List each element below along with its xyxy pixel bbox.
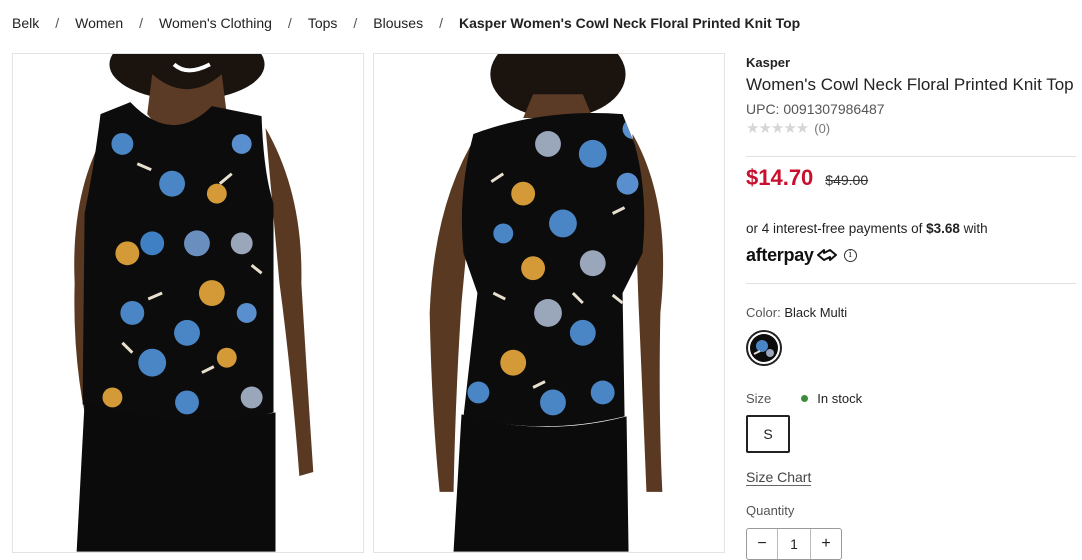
in-stock-dot-icon	[801, 395, 809, 402]
stock-text: In stock	[817, 391, 863, 406]
sale-price: $14.70	[746, 165, 814, 190]
breadcrumb-blouses[interactable]: Blouses	[373, 15, 423, 31]
breadcrumb-separator: /	[353, 15, 358, 31]
breadcrumb-separator: /	[439, 15, 443, 31]
breadcrumb-women[interactable]: Women	[75, 15, 123, 31]
breadcrumb-separator: /	[139, 15, 143, 31]
product-title: Women's Cowl Neck Floral Printed Knit To…	[746, 75, 1074, 94]
breadcrumb-separator: /	[55, 15, 60, 31]
plus-icon[interactable]: +	[811, 535, 841, 553]
afterpay-text: or 4 interest-free payments of $3.68 wit…	[746, 221, 988, 236]
price-row: $14.70 $49.00	[746, 165, 868, 191]
swatch-pattern	[750, 334, 778, 362]
product-image-front[interactable]	[12, 53, 364, 553]
size-chart-link[interactable]: Size Chart	[746, 469, 812, 486]
product-upc: UPC: 0091307986487	[746, 101, 885, 117]
size-label-row: Size In stock	[746, 391, 862, 406]
size-label: Size	[746, 391, 772, 406]
product-rating[interactable]: ★★★★★ (0)	[746, 119, 1076, 137]
afterpay-logo: afterpay i	[746, 245, 857, 265]
breadcrumb-belk[interactable]: Belk	[12, 15, 39, 31]
info-circle-icon[interactable]: i	[843, 248, 857, 262]
breadcrumb-separator: /	[287, 15, 292, 31]
divider	[746, 156, 1076, 157]
quantity-label: Quantity	[746, 503, 795, 518]
divider	[746, 283, 1076, 284]
breadcrumb: Belk / Women / Women's Clothing / Tops /…	[12, 14, 800, 32]
color-value: Black Multi	[784, 305, 848, 320]
rating-count: (0)	[814, 120, 831, 136]
color-swatch-black-multi[interactable]	[746, 330, 782, 366]
breadcrumb-current: Kasper Women's Cowl Neck Floral Printed …	[458, 15, 801, 31]
product-info: Kasper Women's Cowl Neck Floral Printed …	[746, 55, 1076, 137]
original-price: $49.00	[825, 172, 869, 188]
color-label: Color:	[746, 305, 781, 320]
breadcrumb-womens-clothing[interactable]: Women's Clothing	[159, 15, 272, 31]
quantity-input[interactable]: 1	[777, 529, 811, 559]
product-brand[interactable]: Kasper	[746, 55, 1076, 70]
afterpay-arrow-icon	[816, 249, 837, 261]
quantity-stepper: − 1 +	[746, 528, 842, 560]
afterpay-wordmark: afterpay	[746, 244, 814, 265]
afterpay-amount: $3.68	[926, 221, 960, 236]
minus-icon[interactable]: −	[747, 535, 777, 553]
color-label-row: Color: Black Multi	[746, 305, 847, 320]
stock-status: In stock	[801, 391, 862, 406]
breadcrumb-tops[interactable]: Tops	[308, 15, 338, 31]
afterpay-suffix: with	[959, 221, 988, 236]
rating-stars-icon: ★★★★★	[746, 120, 809, 137]
size-option-s[interactable]: S	[746, 415, 790, 453]
product-image-back[interactable]	[373, 53, 725, 553]
afterpay-prefix: or 4 interest-free payments of	[746, 221, 927, 236]
